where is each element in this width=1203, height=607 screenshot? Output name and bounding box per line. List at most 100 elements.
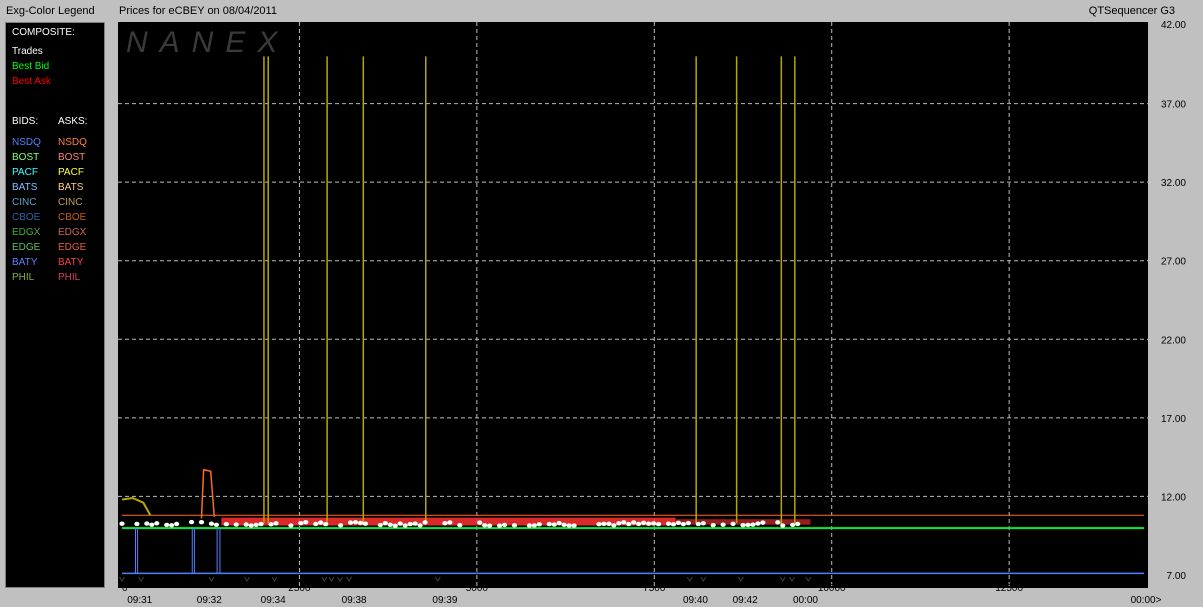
trade-dot (134, 521, 140, 527)
trade-dot (417, 523, 423, 528)
legend-ask-nsdq: NSDQ (58, 137, 87, 148)
exchange-color-legend: COMPOSITE: Trades Best Bid Best Ask BIDS… (5, 22, 105, 588)
trade-dot (795, 521, 801, 527)
composite-heading: COMPOSITE: (12, 27, 75, 38)
trade-dot (551, 522, 557, 527)
legend-bid-bats: BATS (12, 182, 38, 193)
trade-dot (422, 520, 428, 525)
x-end-label: 00:00> (1131, 595, 1162, 606)
trade-dot (303, 519, 309, 525)
trade-dot (164, 522, 170, 528)
early-trade-cluster (121, 496, 152, 516)
legend-bid-edge: EDGE (12, 242, 41, 253)
trade-dot (198, 519, 205, 525)
trade-dot (561, 522, 567, 528)
trade-dot (248, 523, 254, 528)
trade-dot (382, 520, 388, 526)
time-label: 09:34 (261, 595, 286, 606)
nanex-watermark: NANEX (126, 26, 289, 59)
trade-dot (566, 523, 572, 528)
trade-dot (650, 521, 657, 526)
trade-dot (273, 521, 279, 526)
trade-dot (775, 520, 781, 525)
time-label: 09:40 (683, 595, 708, 606)
trade-dot (501, 522, 508, 528)
trade-dot (457, 523, 463, 528)
time-label: 09:39 (432, 595, 457, 606)
trade-dot (546, 521, 552, 527)
trade-dot (596, 521, 602, 527)
trade-dot (402, 523, 408, 528)
trade-dot (646, 521, 652, 526)
y-tick-label: 32.00 (1161, 178, 1186, 189)
legend-bid-pacf: PACF (12, 167, 38, 178)
trade-dot (780, 523, 786, 528)
legend-ask-pacf: PACF (58, 167, 84, 178)
trade-dot (412, 521, 418, 526)
trade-dot (154, 521, 160, 526)
trade-dot (487, 523, 493, 528)
trade-dot (675, 520, 682, 526)
trade-dot (477, 520, 483, 525)
y-tick-label: 42.00 (1161, 20, 1186, 31)
legend-window-title: Exg-Color Legend (6, 5, 95, 17)
y-tick-label: 37.00 (1161, 100, 1186, 111)
app-title: QTSequencer G3 (1088, 5, 1175, 17)
y-tick-label: 22.00 (1161, 335, 1186, 346)
trade-dot (755, 521, 761, 526)
trade-dot (208, 521, 215, 526)
trade-dot (258, 521, 264, 527)
trade-dot (636, 521, 642, 527)
time-label: 09:38 (342, 595, 367, 606)
nsdq-bid-dip (216, 527, 221, 574)
trade-dot (740, 522, 746, 528)
legend-trades: Trades (12, 46, 43, 57)
y-tick-label: 17.00 (1161, 414, 1186, 425)
trade-dot (611, 523, 617, 528)
trade-dot (606, 521, 612, 527)
trade-dot (680, 521, 686, 527)
trade-dot (685, 520, 691, 526)
time-label: 09:32 (197, 595, 222, 606)
trade-dot (144, 521, 150, 526)
legend-bid-cboe: CBOE (12, 212, 41, 223)
trade-dot (253, 522, 259, 528)
trade-dot (601, 521, 607, 526)
trade-dot (745, 522, 751, 528)
legend-bid-bost: BOST (12, 152, 40, 163)
legend-ask-phil: PHIL (58, 272, 81, 283)
trade-dot (536, 522, 542, 527)
trade-dot (760, 520, 766, 525)
legend-bid-phil: PHIL (12, 272, 35, 283)
trade-dot (377, 522, 383, 528)
trade-dot (213, 522, 219, 527)
legend-bid-cinc: CINC (12, 197, 37, 208)
legend-bid-edgx: EDGX (12, 227, 41, 238)
trade-dot (730, 521, 736, 527)
trade-dot (119, 521, 125, 526)
trade-dot (352, 520, 359, 525)
trade-dot (641, 520, 647, 525)
trade-dot (407, 521, 413, 527)
chart-title: Prices for eCBEY on 08/04/2011 (119, 5, 277, 17)
trade-dot (188, 519, 195, 525)
trade-dot (397, 521, 403, 526)
trade-dot (655, 521, 662, 527)
trade-dot (571, 523, 577, 528)
trade-dot (337, 523, 344, 528)
legend-bid-nsdq: NSDQ (12, 137, 41, 148)
legend-ask-bost: BOST (58, 152, 86, 163)
trade-dot (750, 522, 756, 527)
trade-dot (357, 520, 364, 526)
trade-dot (626, 521, 632, 527)
trade-dot (149, 522, 155, 527)
y-tick-label: 27.00 (1161, 257, 1186, 268)
trade-dot (631, 520, 637, 525)
trade-dot (720, 522, 726, 527)
trade-dot (243, 522, 249, 527)
price-chart[interactable]: NANEX (118, 22, 1148, 588)
trade-dot (318, 520, 324, 525)
bids-heading: BIDS: (12, 116, 39, 127)
trade-dot (496, 523, 503, 528)
trade-dot (313, 521, 319, 527)
